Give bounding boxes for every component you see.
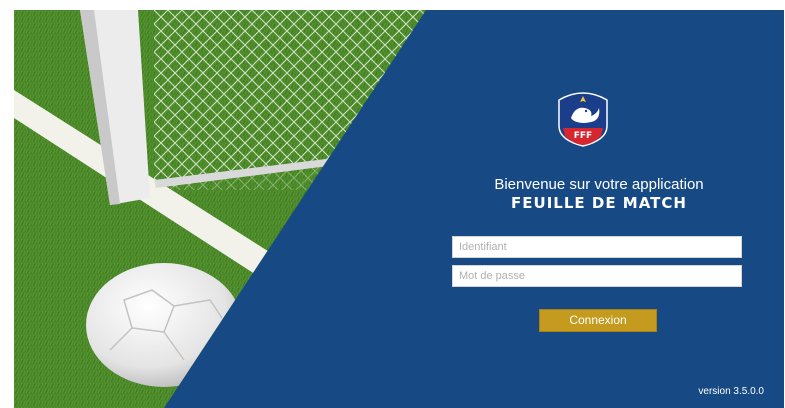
login-button[interactable]: Connexion	[539, 309, 657, 332]
password-field[interactable]	[452, 265, 742, 287]
username-field[interactable]	[452, 236, 742, 258]
app-title: FEUILLE DE MATCH	[511, 194, 687, 212]
login-screen: FFF Bienvenue sur votre application FEUI…	[14, 10, 784, 408]
crest-fff-text: FFF	[574, 131, 592, 141]
version-label: version 3.5.0.0	[698, 386, 764, 397]
fff-rooster-crest-icon: FFF	[558, 92, 608, 147]
welcome-text: Bienvenue sur votre application	[494, 176, 704, 193]
